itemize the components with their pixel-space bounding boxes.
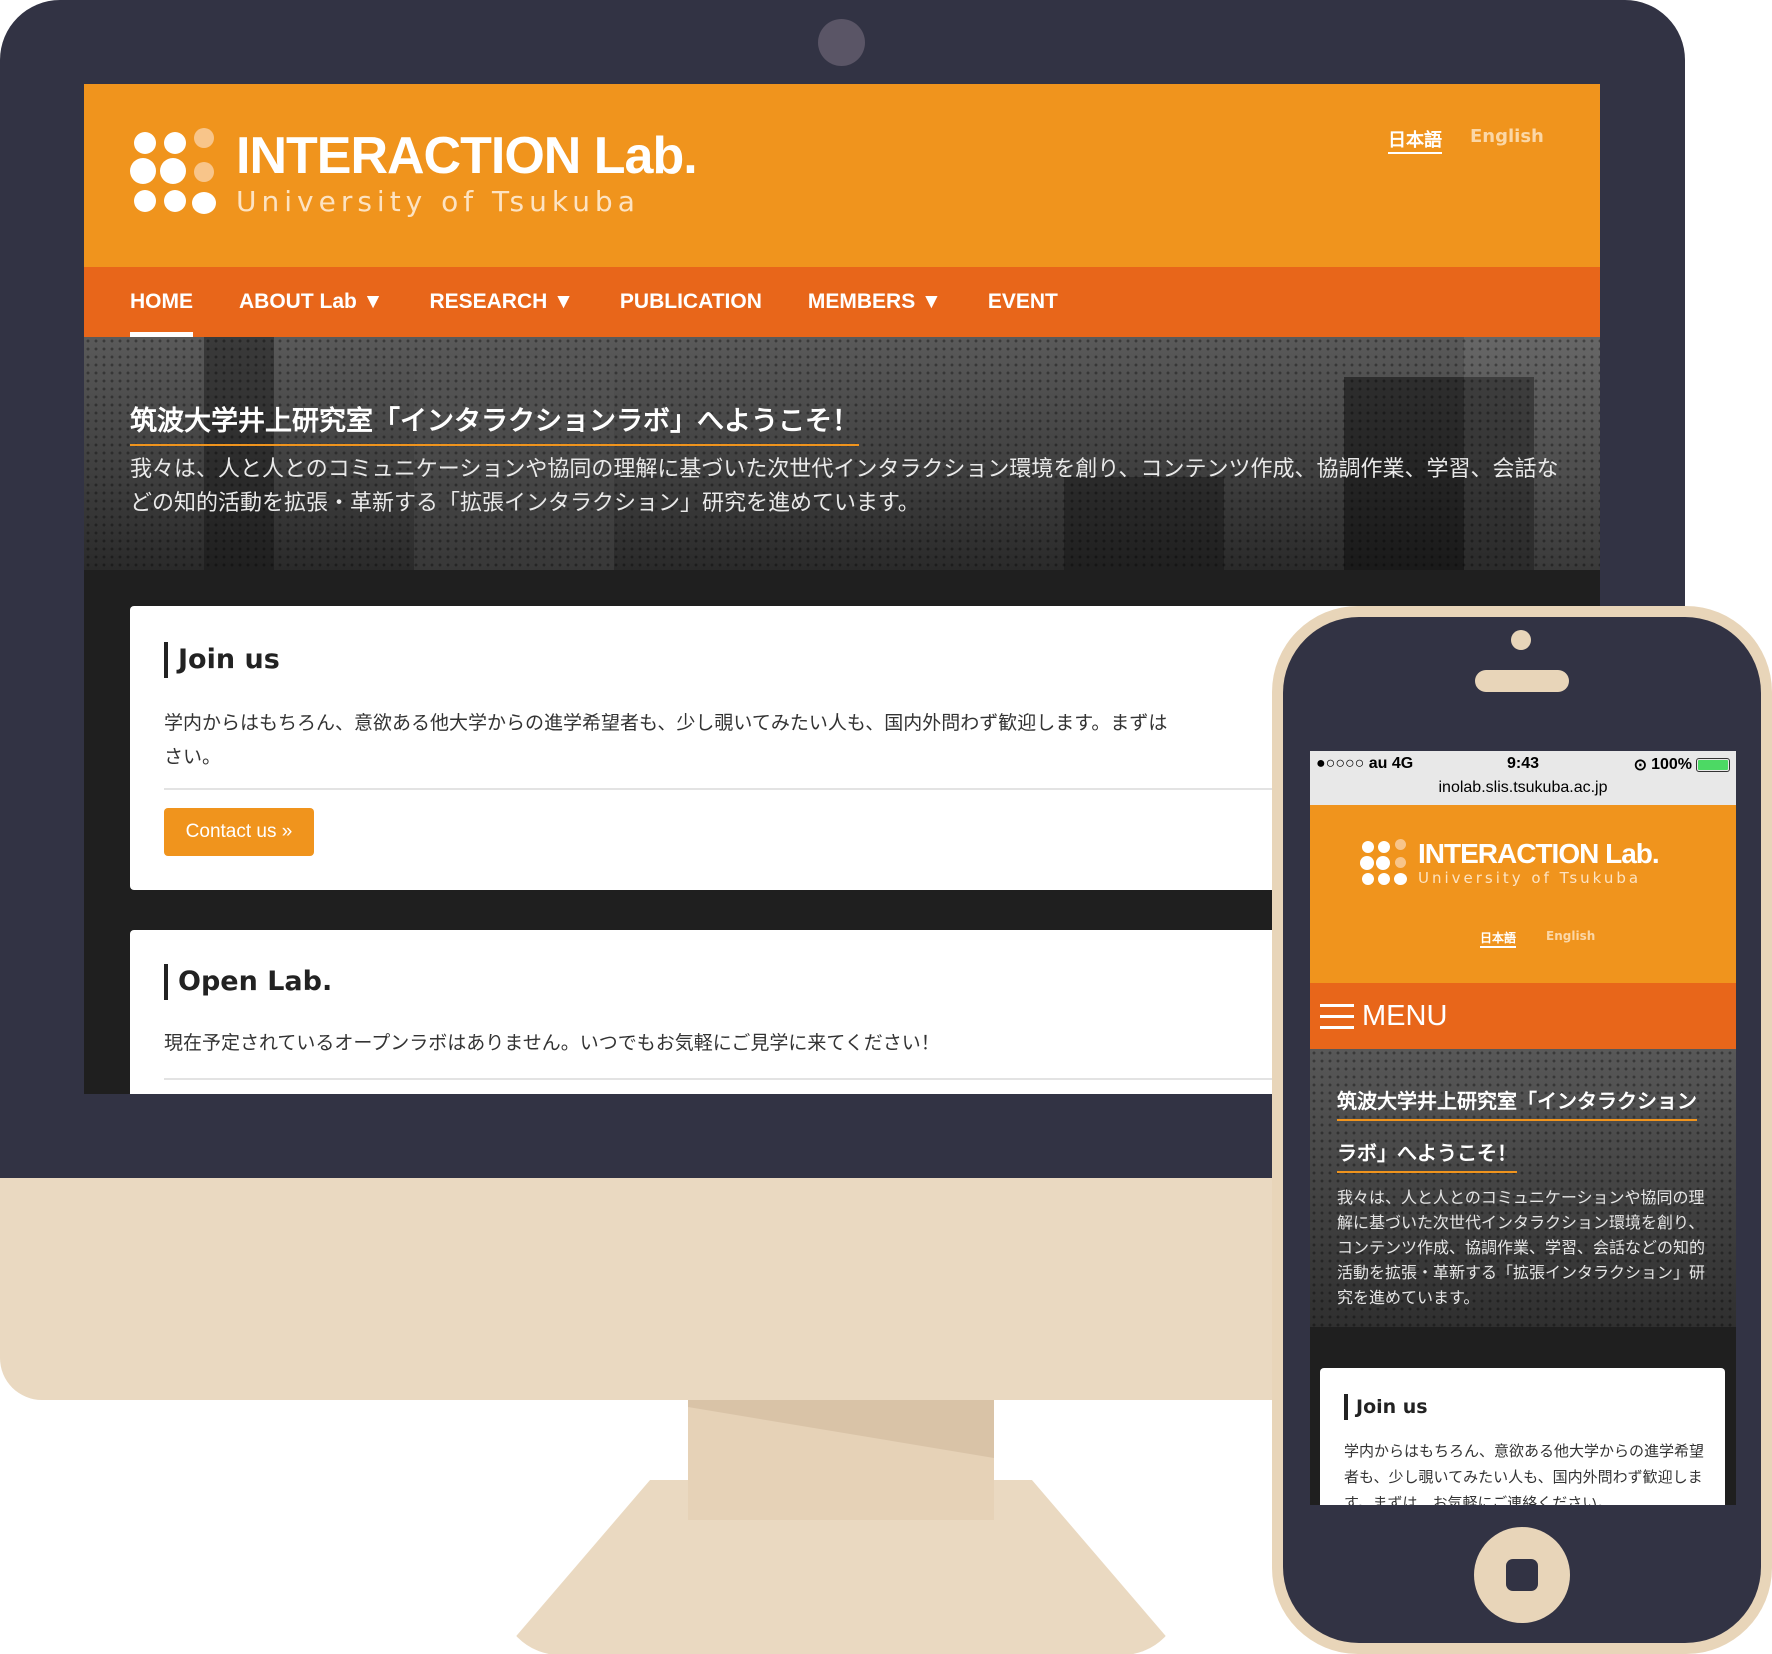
nav-event[interactable]: EVENT (988, 267, 1058, 337)
browser-url[interactable]: inolab.slis.tsukuba.ac.jp (1310, 779, 1736, 797)
battery-percent: 100% (1651, 756, 1692, 773)
mobile-menu-bar[interactable]: MENU (1310, 983, 1736, 1049)
home-square-icon (1506, 1559, 1538, 1591)
logo-title: INTERACTION Lab. (236, 127, 698, 185)
battery-status: ⊙ 100% (1634, 755, 1730, 775)
mobile-join-us-text: 学内からはもちろん、意欲ある他大学からの進学希望者も、少し覗いてみたい人も、国内… (1344, 1442, 1705, 1505)
logo-subtitle: University of Tsukuba (236, 185, 640, 218)
mobile-site-logo[interactable]: INTERACTION Lab. University of Tsukuba (1360, 838, 1660, 887)
join-us-title: Join us (164, 642, 280, 678)
phone-screen: ●○○○○ au 4G 9:43 ⊙ 100% inolab.slis.tsuk… (1310, 751, 1736, 1505)
logo-mark-icon (130, 128, 222, 218)
mobile-logo-title: INTERACTION Lab. (1418, 838, 1660, 869)
nav-members[interactable]: MEMBERS ▼ (808, 267, 942, 337)
mobile-hero-banner: 筑波大学井上研究室「インタラクション ラボ」へようこそ！ 我々は、人と人とのコミ… (1310, 1049, 1736, 1327)
mobile-lang-ja-link[interactable]: 日本語 (1480, 929, 1517, 948)
mobile-language-switcher: 日本語 English (1480, 929, 1595, 948)
hero-text: 我々は、人と人とのコミュニケーションや協同の理解に基づいた次世代インタラクション… (130, 457, 1559, 516)
open-lab-text: 現在予定されているオープンラボはありません。いつでもお気軽にご見学に来てください… (164, 1032, 940, 1054)
lang-en-link[interactable]: English (1470, 126, 1544, 154)
join-us-text-cont: さい。 (164, 746, 222, 768)
mobile-lang-en-link[interactable]: English (1546, 929, 1595, 948)
open-lab-title: Open Lab. (164, 964, 332, 1000)
mobile-logo-subtitle: University of Tsukuba (1418, 869, 1642, 887)
monitor-camera (818, 19, 865, 66)
lang-ja-link[interactable]: 日本語 (1388, 126, 1442, 154)
mobile-hero-text: 我々は、人と人とのコミュニケーションや協同の理解に基づいた次世代インタラクション… (1337, 1188, 1706, 1307)
mobile-site-header: INTERACTION Lab. University of Tsukuba 日… (1310, 805, 1736, 983)
site-header: INTERACTION Lab. University of Tsukuba 日… (84, 84, 1600, 267)
main-nav: HOME ABOUT Lab ▼ RESEARCH ▼ PUBLICATION … (84, 267, 1600, 337)
contact-us-button[interactable]: Contact us » (164, 808, 314, 856)
phone-camera (1511, 630, 1531, 650)
hamburger-icon (1320, 1003, 1354, 1029)
menu-label: MENU (1362, 999, 1448, 1032)
nav-about-lab[interactable]: ABOUT Lab ▼ (239, 267, 383, 337)
phone-speaker (1475, 670, 1569, 692)
device-mockup: INTERACTION Lab. University of Tsukuba 日… (0, 0, 1772, 1654)
nav-research[interactable]: RESEARCH ▼ (429, 267, 573, 337)
rotation-lock-icon: ⊙ (1633, 757, 1648, 774)
nav-publication[interactable]: PUBLICATION (620, 267, 762, 337)
mobile-hero-title: 筑波大学井上研究室「インタラクション ラボ」へようこそ！ (1337, 1083, 1697, 1187)
hero-banner: 筑波大学井上研究室「インタラクションラボ」へようこそ！ 我々は、人と人とのコミュ… (84, 337, 1600, 570)
site-logo[interactable]: INTERACTION Lab. University of Tsukuba (130, 127, 698, 218)
language-switcher: 日本語 English (1388, 126, 1544, 154)
hero-title: 筑波大学井上研究室「インタラクションラボ」へようこそ！ (130, 399, 859, 446)
mobile-logo-mark-icon (1360, 839, 1408, 887)
join-us-text: 学内からはもちろん、意欲ある他大学からの進学希望者も、少し覗いてみたい人も、国内… (164, 712, 1168, 734)
mobile-join-us-title: Join us (1344, 1394, 1428, 1420)
nav-home[interactable]: HOME (130, 267, 193, 337)
battery-icon (1696, 758, 1730, 772)
mobile-join-us-card: Join us 学内からはもちろん、意欲ある他大学からの進学希望者も、少し覗いて… (1320, 1368, 1725, 1505)
phone-status-bar: ●○○○○ au 4G 9:43 ⊙ 100% inolab.slis.tsuk… (1310, 751, 1736, 805)
